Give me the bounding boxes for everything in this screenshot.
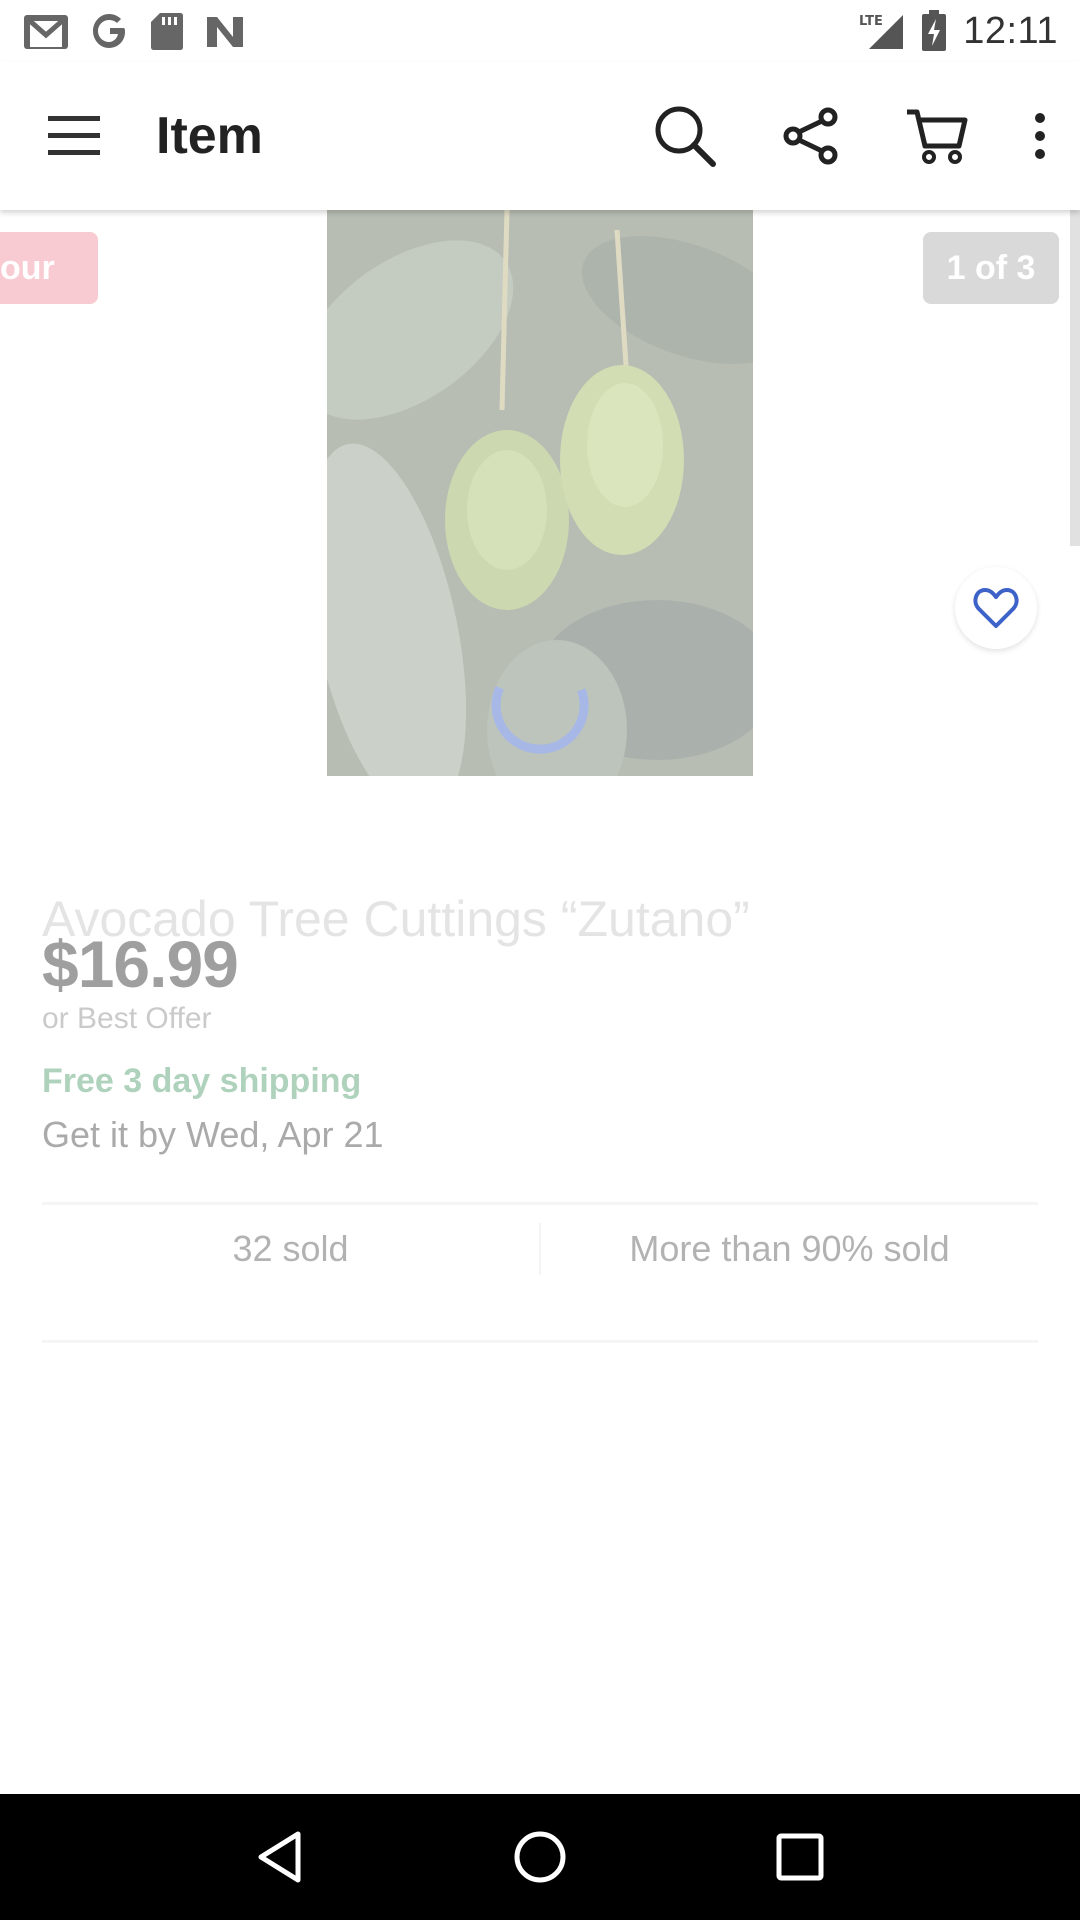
search-icon <box>655 106 716 167</box>
recents-icon <box>776 1833 824 1881</box>
sales-stats: 32 sold More than 90% sold <box>42 1204 1038 1294</box>
clock: 12:11 <box>963 9 1058 52</box>
system-icons: LTE 12:11 <box>859 10 1058 53</box>
cart-button[interactable] <box>874 62 1000 210</box>
sold-count: 32 sold <box>232 1228 349 1269</box>
app-bar: Item <box>0 62 1080 210</box>
recents-button[interactable] <box>740 1797 860 1917</box>
loading-spinner <box>491 685 589 754</box>
back-button[interactable] <box>220 1797 340 1917</box>
more-vert-icon <box>1035 113 1045 159</box>
app-bar-actions <box>622 62 1080 210</box>
page-title: Item <box>156 107 263 165</box>
cart-icon <box>907 109 968 164</box>
gmail-icon <box>24 15 68 49</box>
status-bar: LTE 12:11 <box>0 0 1080 62</box>
search-button[interactable] <box>622 62 748 210</box>
sell-through-rate: More than 90% sold <box>629 1228 950 1269</box>
battery-charging-icon <box>922 10 947 51</box>
shipping-info: Free 3 day shipping <box>42 1062 362 1100</box>
discount-badge: our <box>0 232 98 304</box>
menu-button[interactable] <box>0 62 148 210</box>
home-icon <box>514 1831 566 1883</box>
best-offer-note: or Best Offer <box>42 1002 212 1035</box>
back-icon <box>258 1831 301 1883</box>
share-button[interactable] <box>748 62 874 210</box>
lte-signal-icon: LTE <box>859 14 904 49</box>
hamburger-menu-icon <box>48 116 100 155</box>
item-price: $16.99 <box>42 927 239 1001</box>
overflow-menu-button[interactable] <box>1000 62 1080 210</box>
network-type: LTE <box>859 14 883 29</box>
share-icon <box>783 107 838 165</box>
google-icon <box>93 14 125 48</box>
heart-outline-icon <box>973 588 1019 628</box>
home-button[interactable] <box>480 1797 600 1917</box>
screen: LTE 12:11 Item our 1 of 3 Avocado Tree C… <box>0 0 1080 1920</box>
sd-card-icon <box>151 13 183 50</box>
delivery-estimate: Get it by Wed, Apr 21 <box>42 1114 384 1155</box>
image-counter-badge: 1 of 3 <box>923 232 1059 304</box>
notification-icons <box>22 11 246 51</box>
watch-button[interactable] <box>955 567 1037 649</box>
image-gallery[interactable]: our 1 of 3 <box>0 210 1080 850</box>
divider <box>42 1340 1038 1343</box>
system-nav-bar <box>0 1794 1080 1920</box>
scrollbar-thumb <box>1070 210 1080 546</box>
n-app-icon <box>207 17 243 47</box>
